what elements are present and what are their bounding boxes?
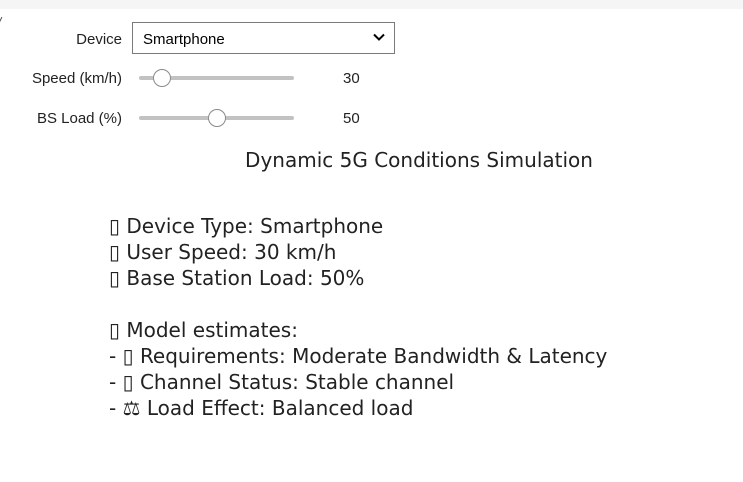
output-line-speed: ▯ User Speed: 30 km/h [109,240,337,264]
load-slider-thumb[interactable] [207,109,226,127]
corner-mark [0,17,6,23]
device-select[interactable]: Smartphone [132,22,395,54]
load-label: BS Load (%) [36,110,122,127]
output-line-estimates: ▯ Model estimates: [109,318,298,342]
output-line-requirements: - ▯ Requirements: Moderate Bandwidth & L… [109,344,608,368]
device-select-value: Smartphone [143,31,225,48]
output-line-load-effect: - ⚖ Load Effect: Balanced load [109,396,414,420]
device-label: Device [76,31,122,48]
speed-value-readout: 30 [343,70,360,87]
speed-label: Speed (km/h) [31,70,122,87]
chevron-down-icon [373,33,385,41]
speed-slider-thumb[interactable] [152,69,171,87]
output-line-channel: - ▯ Channel Status: Stable channel [109,370,455,394]
load-value-readout: 50 [343,110,360,127]
output-line-load: ▯ Base Station Load: 50% [109,266,365,290]
output-title: Dynamic 5G Conditions Simulation [245,148,593,172]
top-toolbar-strip [0,0,743,9]
output-line-device: ▯ Device Type: Smartphone [109,214,384,238]
